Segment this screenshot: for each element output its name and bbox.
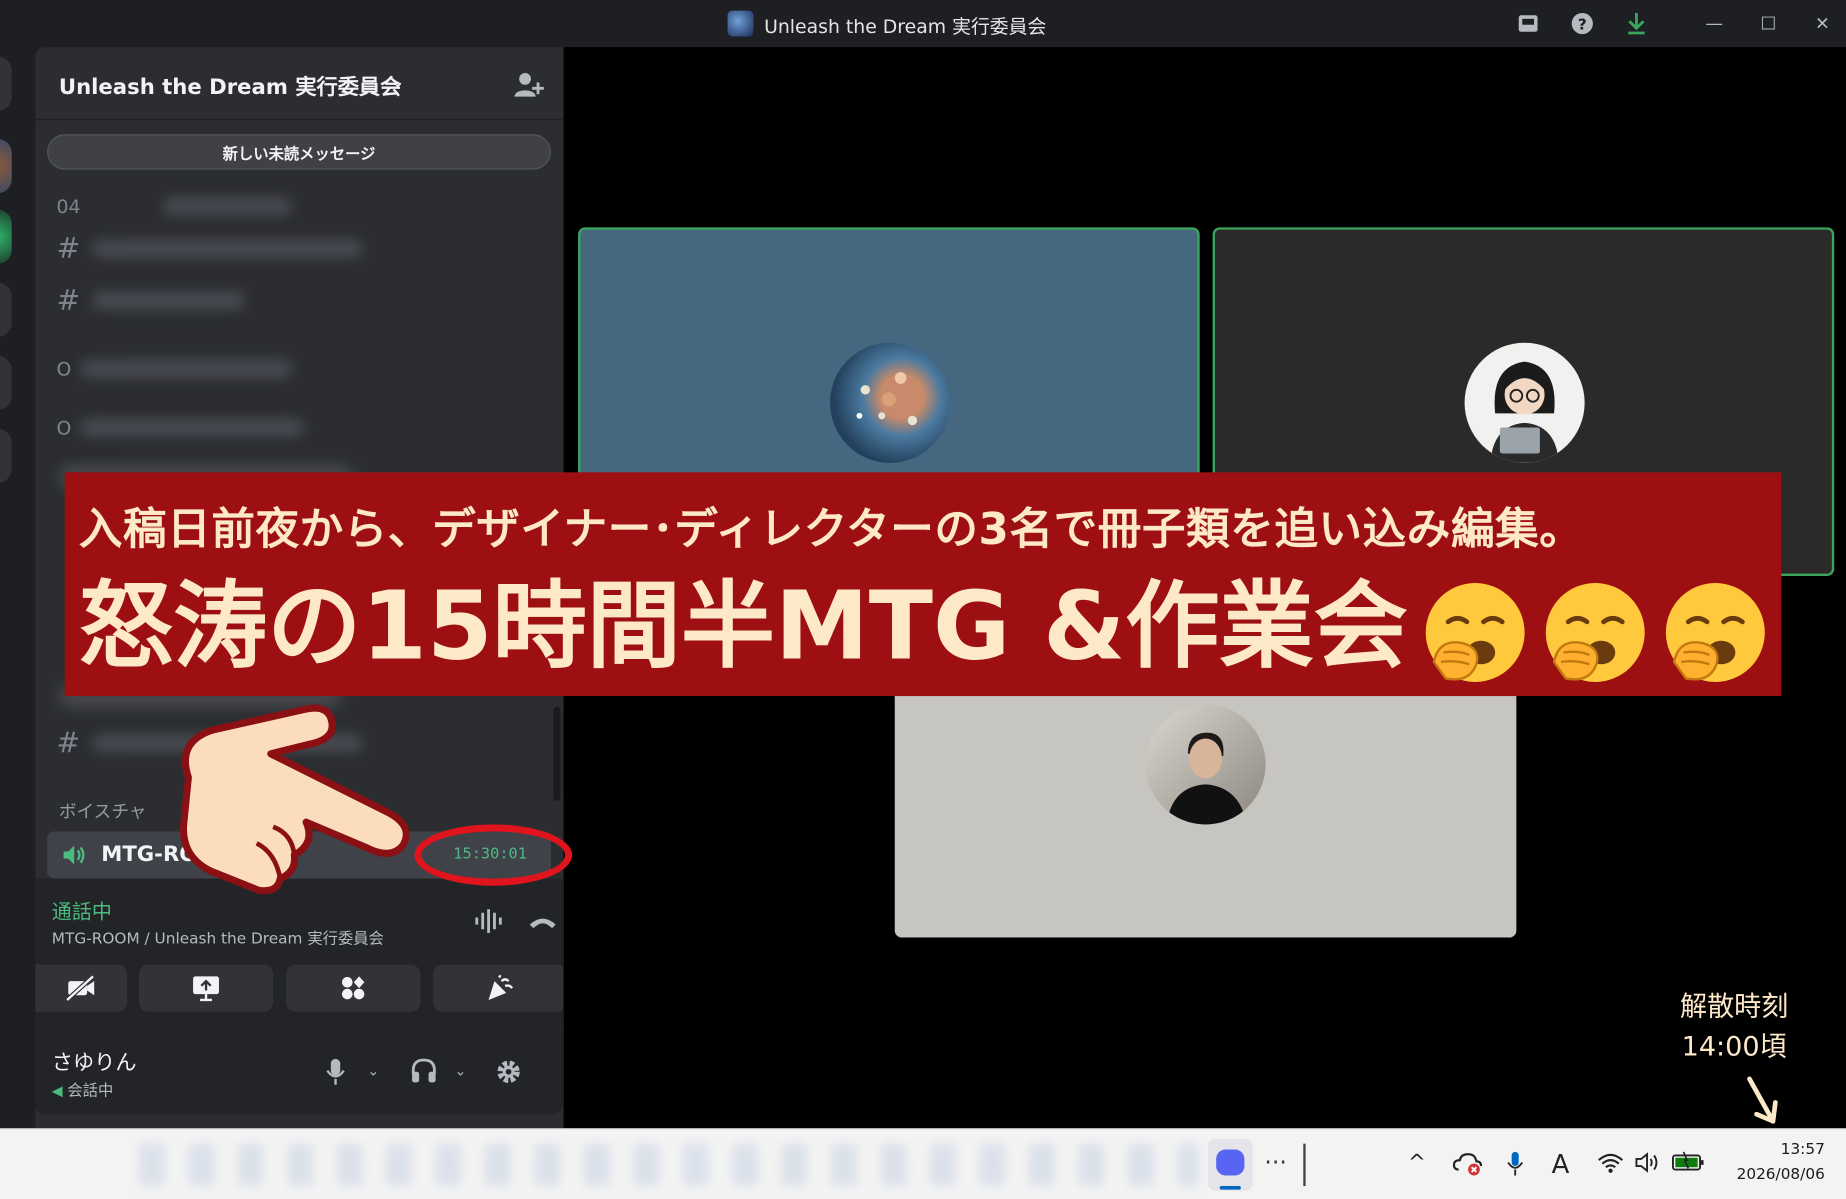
window-title: Unleash the Dream 実行委員会	[764, 15, 1047, 38]
user-panel: さゆりん ◀ 会話中 ⌄ ⌄	[35, 1031, 563, 1115]
hash-icon: #	[56, 232, 81, 266]
add-member-icon[interactable]	[513, 71, 544, 99]
screen-share-icon	[193, 976, 219, 1002]
speaker-icon	[61, 843, 87, 872]
camera-off-button[interactable]	[35, 964, 128, 1012]
help-icon[interactable]: ?	[1571, 12, 1595, 36]
camera-off-icon	[65, 974, 95, 1002]
scrollbar[interactable]	[553, 706, 561, 801]
chevron-up-icon[interactable]: ^	[1408, 1151, 1426, 1176]
battery-icon[interactable]	[1672, 1151, 1705, 1178]
channel-prefix: 04	[56, 194, 81, 218]
timer-highlight-circle	[414, 824, 573, 886]
maximize-button[interactable]: ☐	[1757, 12, 1781, 36]
unread-messages-banner[interactable]: 新しい未読メッセージ	[47, 134, 551, 170]
waveform-icon[interactable]	[473, 907, 504, 941]
more-apps-button[interactable]: ···	[1264, 1148, 1286, 1176]
blurred-channel-name	[91, 239, 363, 258]
yawning-emoji-group	[1408, 571, 1768, 682]
blurred-channel-name	[91, 290, 245, 310]
participant-avatar	[1464, 342, 1585, 463]
gear-icon[interactable]	[494, 1058, 522, 1092]
voice-category-label[interactable]: ボイスチャ	[59, 799, 147, 824]
close-button[interactable]: ✕	[1811, 12, 1835, 36]
connection-location[interactable]: MTG-ROOM / Unleash the Dream 実行委員会	[52, 926, 384, 948]
channel-item[interactable]: 04	[57, 188, 528, 223]
user-name[interactable]: さゆりん	[52, 1046, 137, 1077]
arrow-down-icon	[1747, 1076, 1778, 1124]
hash-icon: #	[56, 726, 81, 760]
discord-taskbar-button[interactable]	[1207, 1138, 1253, 1191]
hangup-icon[interactable]	[527, 909, 558, 937]
screen: Unleash the Dream 実行委員会 ? — ☐ ✕ Unleash …	[0, 0, 1846, 1199]
svg-text:?: ?	[1578, 15, 1587, 33]
minimize-button[interactable]: —	[1702, 12, 1726, 36]
voice-connection-panel: 通話中 MTG-ROOM / Unleash the Dream 実行委員会	[35, 878, 563, 1032]
yawning-face-emoji	[1425, 583, 1525, 682]
channel-prefix: O	[56, 357, 72, 380]
participant-avatar	[1145, 704, 1266, 825]
channel-item[interactable]: O	[57, 351, 528, 386]
banner-title-text: 怒涛の15時間半MTG &作業会	[78, 571, 1408, 681]
server-name[interactable]: Unleash the Dream 実行委員会	[59, 71, 401, 102]
download-icon[interactable]	[1625, 12, 1649, 36]
chevron-down-icon[interactable]: ⌄	[454, 1062, 466, 1078]
server-item[interactable]	[0, 138, 12, 194]
server-item[interactable]	[0, 282, 12, 337]
server-item[interactable]	[0, 355, 12, 410]
channel-item[interactable]: #	[57, 283, 528, 318]
blurred-channel-name	[162, 196, 292, 216]
title-bar: Unleash the Dream 実行委員会 ? — ☐ ✕	[0, 0, 1846, 48]
taskbar-clock-time[interactable]: 13:57	[1731, 1141, 1825, 1159]
channel-prefix: O	[56, 416, 72, 439]
blurred-channel-name	[80, 418, 304, 437]
overlay-banner: 入稿日前夜から、デザイナー･ディレクターの3名で冊子類を追い込み編集。 怒涛の1…	[64, 472, 1782, 697]
hash-icon: #	[56, 283, 81, 317]
server-icon	[727, 10, 754, 37]
microphone-icon[interactable]	[1505, 1151, 1526, 1183]
activities-icon	[342, 976, 365, 1000]
soundboard-icon	[488, 974, 514, 1000]
yawning-face-emoji	[1545, 583, 1645, 682]
dismiss-time: 14:00頃	[1681, 1031, 1787, 1063]
taskbar: ··· ^ A 13:57 2026/08/06	[0, 1128, 1846, 1199]
input-method-icon[interactable]: A	[1552, 1151, 1570, 1180]
wifi-icon[interactable]	[1596, 1151, 1624, 1180]
participant-avatar	[829, 342, 951, 463]
soundboard-button[interactable]	[433, 964, 563, 1012]
dismiss-label: 解散時刻	[1680, 991, 1789, 1023]
chevron-down-icon[interactable]: ⌄	[367, 1062, 379, 1078]
channel-item[interactable]: #	[57, 231, 528, 266]
server-header[interactable]: Unleash the Dream 実行委員会 ⌄	[35, 47, 563, 121]
activities-button[interactable]	[286, 964, 421, 1012]
pointing-hand-icon	[180, 704, 410, 895]
user-status-text: 会話中	[67, 1082, 114, 1101]
blurred-channel-name	[80, 359, 292, 379]
volume-icon[interactable]	[1634, 1151, 1662, 1180]
inbox-icon[interactable]	[1516, 12, 1540, 36]
active-indicator	[1219, 1186, 1241, 1190]
screen-share-button[interactable]	[138, 964, 274, 1012]
headset-icon[interactable]	[410, 1058, 438, 1090]
cloud-error-icon[interactable]	[1452, 1151, 1484, 1183]
user-status[interactable]: ◀ 会話中	[52, 1078, 114, 1100]
server-item[interactable]	[0, 209, 12, 264]
server-item[interactable]	[0, 428, 12, 483]
speaker-icon: ◀	[51, 1082, 63, 1099]
taskbar-divider	[1303, 1143, 1306, 1187]
microphone-icon[interactable]	[325, 1058, 346, 1092]
taskbar-clock-date[interactable]: 2026/08/06	[1707, 1166, 1825, 1184]
chevron-down-icon[interactable]: ⌄	[391, 73, 405, 92]
channel-item[interactable]: O	[57, 410, 528, 445]
connection-status[interactable]: 通話中	[52, 895, 112, 925]
blurred-taskbar-apps	[138, 1143, 1199, 1187]
yawning-face-emoji	[1665, 583, 1765, 682]
banner-subtitle: 入稿日前夜から、デザイナー･ディレクターの3名で冊子類を追い込み編集。	[78, 504, 1584, 555]
discord-icon	[1216, 1149, 1245, 1176]
server-item[interactable]	[0, 56, 12, 111]
server-rail	[0, 47, 36, 1129]
dismiss-time-note: 解散時刻 14:00頃	[1658, 987, 1811, 1067]
banner-title: 怒涛の15時間半MTG &作業会	[78, 571, 1768, 686]
